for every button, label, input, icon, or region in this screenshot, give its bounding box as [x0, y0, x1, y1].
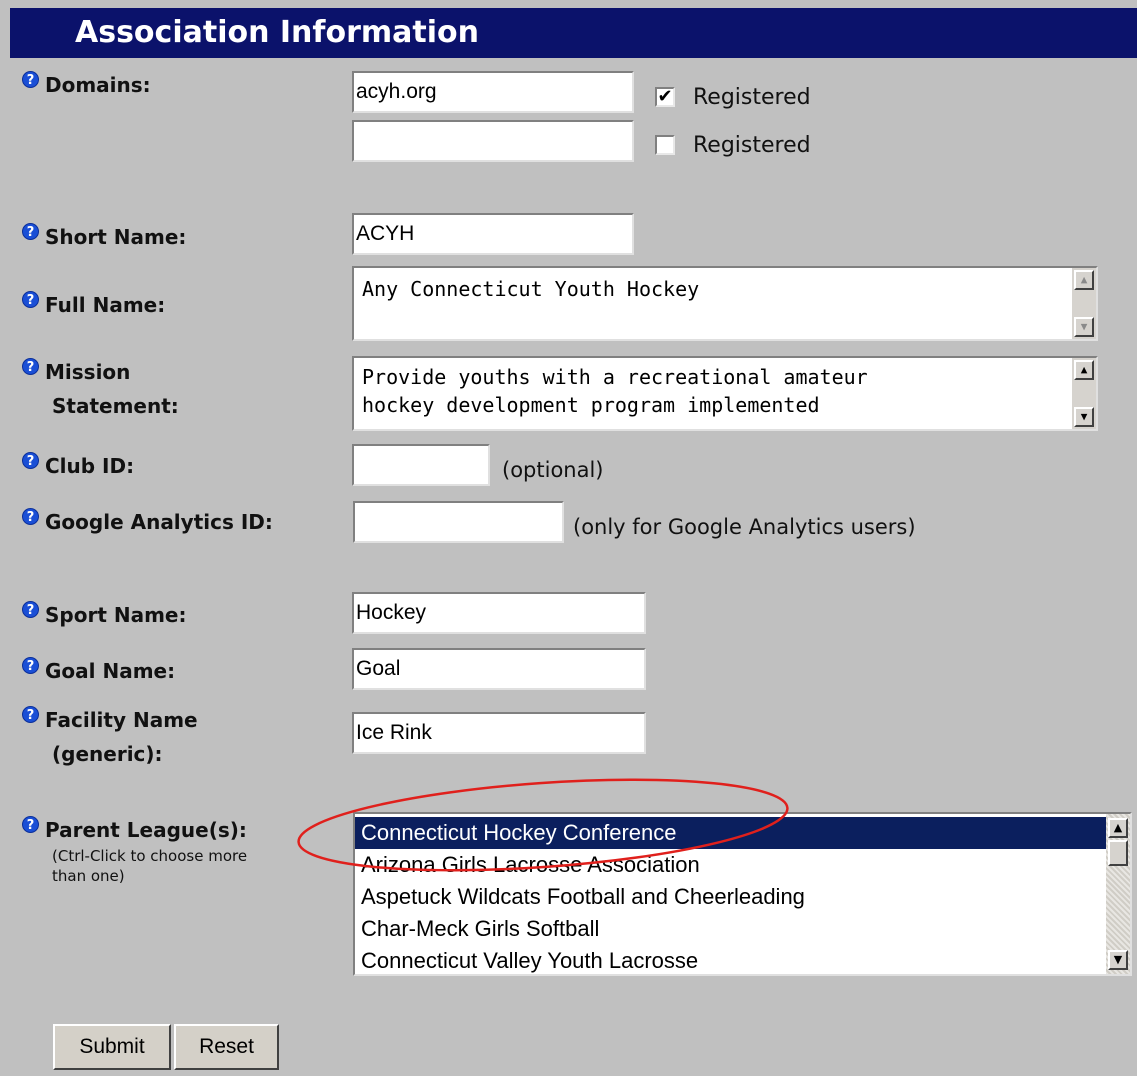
parent-league-label: ? Parent League(s): — [22, 813, 247, 847]
help-icon[interactable]: ? — [22, 706, 39, 724]
scroll-down-icon[interactable]: ▼ — [1074, 407, 1094, 427]
scroll-down-icon[interactable]: ▼ — [1074, 317, 1094, 337]
club-id-input[interactable] — [352, 444, 490, 486]
league-option[interactable]: Char-Meck Girls Softball — [355, 913, 1130, 945]
domain-input-1[interactable] — [352, 71, 634, 113]
mission-label: ? Mission — [22, 355, 130, 389]
google-analytics-note: (only for Google Analytics users) — [573, 515, 916, 539]
scroll-up-icon[interactable]: ▲ — [1074, 270, 1094, 290]
google-analytics-input[interactable] — [353, 501, 564, 543]
annotation-ellipse — [297, 778, 789, 872]
scroll-up-icon[interactable]: ▲ — [1108, 818, 1128, 838]
scroll-down-icon[interactable]: ▼ — [1108, 950, 1128, 970]
goal-name-label: ? Goal Name: — [22, 654, 175, 688]
reset-button[interactable]: Reset — [174, 1024, 279, 1070]
scroll-up-icon[interactable]: ▲ — [1074, 360, 1094, 380]
mission-label-line2: Statement: — [52, 394, 179, 418]
check-icon: ✔ — [657, 86, 673, 107]
registered-checkbox-1[interactable]: ✔ — [655, 87, 675, 107]
submit-button[interactable]: Submit — [53, 1024, 171, 1070]
facility-name-input[interactable] — [352, 712, 646, 754]
full-name-text: Any Connecticut Youth Hockey — [362, 277, 700, 301]
help-icon[interactable]: ? — [22, 657, 39, 675]
registered-label-2: Registered — [693, 133, 811, 158]
domains-label: ? Domains: — [22, 68, 151, 102]
help-icon[interactable]: ? — [22, 601, 39, 619]
mission-line-2: hockey development program implemented — [362, 393, 820, 417]
section-header: Association Information — [10, 8, 1137, 58]
sport-name-label: ? Sport Name: — [22, 598, 186, 632]
facility-name-label-line2: (generic): — [52, 742, 163, 766]
help-icon[interactable]: ? — [22, 508, 39, 526]
section-title: Association Information — [75, 15, 479, 50]
registered-label-1: Registered — [693, 85, 811, 110]
help-icon[interactable]: ? — [22, 452, 39, 470]
help-icon[interactable]: ? — [22, 358, 39, 376]
help-icon[interactable]: ? — [22, 71, 39, 89]
short-name-label: ? Short Name: — [22, 220, 186, 254]
registered-checkbox-2[interactable] — [655, 135, 675, 155]
full-name-textarea[interactable]: Any Connecticut Youth Hockey ▲ ▼ — [352, 266, 1098, 341]
mission-line-1: Provide youths with a recreational amate… — [362, 365, 868, 389]
goal-name-input[interactable] — [352, 648, 646, 690]
help-icon[interactable]: ? — [22, 816, 39, 834]
google-analytics-label: ? Google Analytics ID: — [22, 505, 273, 539]
short-name-input[interactable] — [352, 213, 634, 255]
mission-scrollbar[interactable]: ▲ ▼ — [1072, 358, 1096, 429]
help-icon[interactable]: ? — [22, 223, 39, 241]
league-option[interactable]: Connecticut Valley Youth Lacrosse — [355, 945, 1130, 974]
facility-name-label: ? Facility Name — [22, 703, 198, 737]
mission-textarea[interactable]: Provide youths with a recreational amate… — [352, 356, 1098, 431]
scroll-thumb[interactable] — [1108, 840, 1128, 866]
league-scrollbar[interactable]: ▲ ▼ — [1106, 814, 1130, 974]
help-icon[interactable]: ? — [22, 291, 39, 309]
full-name-label: ? Full Name: — [22, 288, 165, 322]
full-name-scrollbar[interactable]: ▲ ▼ — [1072, 268, 1096, 339]
domain-input-2[interactable] — [352, 120, 634, 162]
parent-league-hint-1: (Ctrl-Click to choose more — [52, 847, 248, 865]
club-id-label: ? Club ID: — [22, 449, 134, 483]
parent-league-hint-2: than one) — [52, 867, 125, 885]
club-id-note: (optional) — [502, 458, 604, 482]
sport-name-input[interactable] — [352, 592, 646, 634]
